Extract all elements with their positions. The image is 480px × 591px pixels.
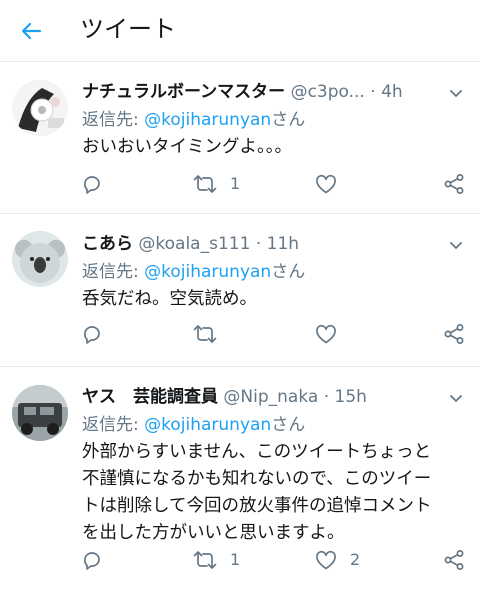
reply-honorific: さん [271,262,306,282]
reply-button[interactable] [80,547,104,573]
reply-label: 返信先: [82,262,145,282]
user-handle[interactable]: @c3po... [291,82,365,102]
share-button[interactable] [442,547,466,573]
tweet-header: こあら @koala_s111 · 11h [82,230,440,258]
reply-user-link[interactable]: @kojiharunyan [144,262,271,282]
share-icon [444,550,464,570]
chevron-down-icon [450,395,462,402]
tweet-menu-button[interactable] [446,235,466,255]
heart-icon [316,324,336,344]
chevron-down-icon [450,242,462,249]
like-button[interactable] [314,321,350,347]
user-handle[interactable]: @Nip_naka [223,387,318,407]
tweet-text-line: トは削除して今回の放火事件の追悼コメント [82,496,432,516]
retweet-button[interactable] [192,321,230,347]
retweet-icon [193,325,217,343]
reply-label: 返信先: [82,110,145,130]
avatar[interactable] [12,385,68,441]
reply-user-link[interactable]: @kojiharunyan [144,415,271,435]
tweet-header: ヤス 芸能調査員 @Nip_naka · 15h [82,383,440,411]
reply-bubble-icon [84,552,100,570]
tweet-actions [80,321,466,347]
tweet-header: ナチュラルボーンマスター @c3po... · 4h [82,78,440,106]
avatar-image [12,385,68,441]
reply-user-link[interactable]: @kojiharunyan [144,110,271,130]
like-button[interactable]: 2 [314,547,360,573]
avatar[interactable] [12,231,68,287]
avatar-image [12,231,68,287]
share-icon [444,174,464,194]
retweet-button[interactable]: 1 [192,171,240,197]
retweet-count: 1 [230,174,241,193]
retweet-icon [193,175,217,193]
avatar[interactable] [12,80,68,136]
reply-context: 返信先: @kojiharunyanさん [82,107,305,133]
retweet-button[interactable]: 1 [192,547,240,573]
like-button[interactable] [314,171,350,197]
tweet-item[interactable]: こあら @koala_s111 · 11h 返信先: @kojiharunyan… [0,215,480,367]
arrow-left-icon [21,22,42,40]
separator-dot: · [255,234,262,254]
tweet-menu-button[interactable] [446,388,466,408]
back-button[interactable] [14,14,48,48]
avatar-image [12,80,68,136]
tweet-text: おいおいタイミングよ。。。 [82,137,292,157]
user-handle[interactable]: @koala_s111 [138,234,250,254]
share-button[interactable] [442,321,466,347]
heart-icon [316,550,336,570]
reply-honorific: さん [271,415,306,435]
retweet-icon [193,551,217,569]
reply-honorific: さん [271,110,306,130]
tweet-text-line: を出した方がいいと思いますよ。 [82,523,345,543]
like-count: 2 [350,550,361,569]
reply-context: 返信先: @kojiharunyanさん [82,259,305,285]
timestamp[interactable]: 11h [267,234,299,254]
tweet-item[interactable]: ナチュラルボーンマスター @c3po... · 4h 返信先: @kojihar… [0,63,480,214]
separator-dot: · [323,387,330,407]
display-name[interactable]: こあら [82,234,133,254]
reply-label: 返信先: [82,415,145,435]
chevron-down-icon [450,90,462,97]
retweet-count: 1 [230,550,241,569]
tweet-actions: 1 [80,171,466,197]
reply-bubble-icon [84,176,100,194]
tweet-text: 呑気だね。空気読め。 [82,289,257,309]
page-title: ツイート [80,15,176,43]
display-name[interactable]: ヤス 芸能調査員 [82,387,218,407]
tweet-item[interactable]: ヤス 芸能調査員 @Nip_naka · 15h 返信先: @kojiharun… [0,368,480,591]
reply-button[interactable] [80,171,104,197]
tweet-actions: 1 2 [80,547,466,573]
tweet-text: 外部からすいません、このツイートちょっと 不謹慎になるかも知れないので、このツイ… [82,439,462,547]
tweet-text-line: 不謹慎になるかも知れないので、このツイー [82,469,432,489]
timestamp[interactable]: 15h [335,387,367,407]
top-bar: ツイート [0,0,480,62]
tweet-text-line: 外部からすいません、このツイートちょっと [82,442,432,462]
display-name[interactable]: ナチュラルボーンマスター [82,82,285,102]
reply-bubble-icon [84,326,100,344]
share-icon [444,324,464,344]
reply-button[interactable] [80,321,104,347]
share-button[interactable] [442,171,466,197]
separator-dot: · [370,82,376,102]
timestamp[interactable]: 4h [381,82,403,102]
heart-icon [316,174,336,194]
tweet-menu-button[interactable] [446,83,466,103]
reply-context: 返信先: @kojiharunyanさん [82,412,305,438]
